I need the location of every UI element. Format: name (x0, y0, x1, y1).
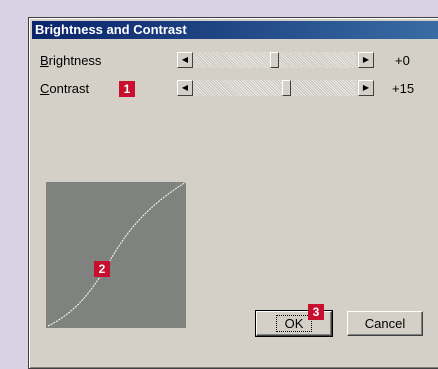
contrast-label-mnemonic: C (40, 81, 50, 96)
brightness-value: +0 (395, 53, 410, 68)
title-bar: Brightness and Contrast x (32, 21, 438, 39)
contrast-curve-graph (47, 182, 186, 327)
contrast-label-rest: ontrast (49, 81, 90, 96)
brightness-label: Brightness (40, 53, 101, 68)
annotation-badge-2: 2 (94, 261, 110, 277)
contrast-curve-line (47, 182, 186, 327)
contrast-label: Contrast (40, 81, 89, 96)
brightness-scroll-right-icon[interactable]: ▶ (358, 52, 374, 68)
contrast-row: Contrast 1 ◀ ▶ +15 (40, 80, 438, 98)
contrast-value: +15 (392, 81, 415, 96)
brightness-row: Brightness ◀ ▶ +0 (40, 52, 438, 70)
contrast-slider-thumb[interactable] (282, 80, 291, 96)
brightness-label-rest: rightness (48, 53, 102, 68)
annotation-badge-3: 3 (308, 304, 324, 320)
ok-button-label: OK (275, 315, 313, 332)
brightness-label-mnemonic: B (40, 53, 49, 68)
brightness-scroll-left-icon[interactable]: ◀ (177, 52, 193, 68)
cancel-button[interactable]: Cancel (347, 311, 423, 336)
brightness-slider-thumb[interactable] (270, 52, 279, 68)
contrast-curve-preview: 2 (46, 182, 186, 328)
annotation-badge-1: 1 (119, 81, 135, 97)
dialog-title: Brightness and Contrast (35, 22, 187, 37)
contrast-scroll-right-icon[interactable]: ▶ (358, 80, 374, 96)
brightness-slider-track[interactable] (193, 52, 356, 68)
contrast-scroll-left-icon[interactable]: ◀ (177, 80, 193, 96)
brightness-contrast-dialog: Brightness and Contrast x Brightness ◀ ▶… (28, 17, 438, 369)
contrast-slider-track[interactable] (193, 80, 356, 96)
